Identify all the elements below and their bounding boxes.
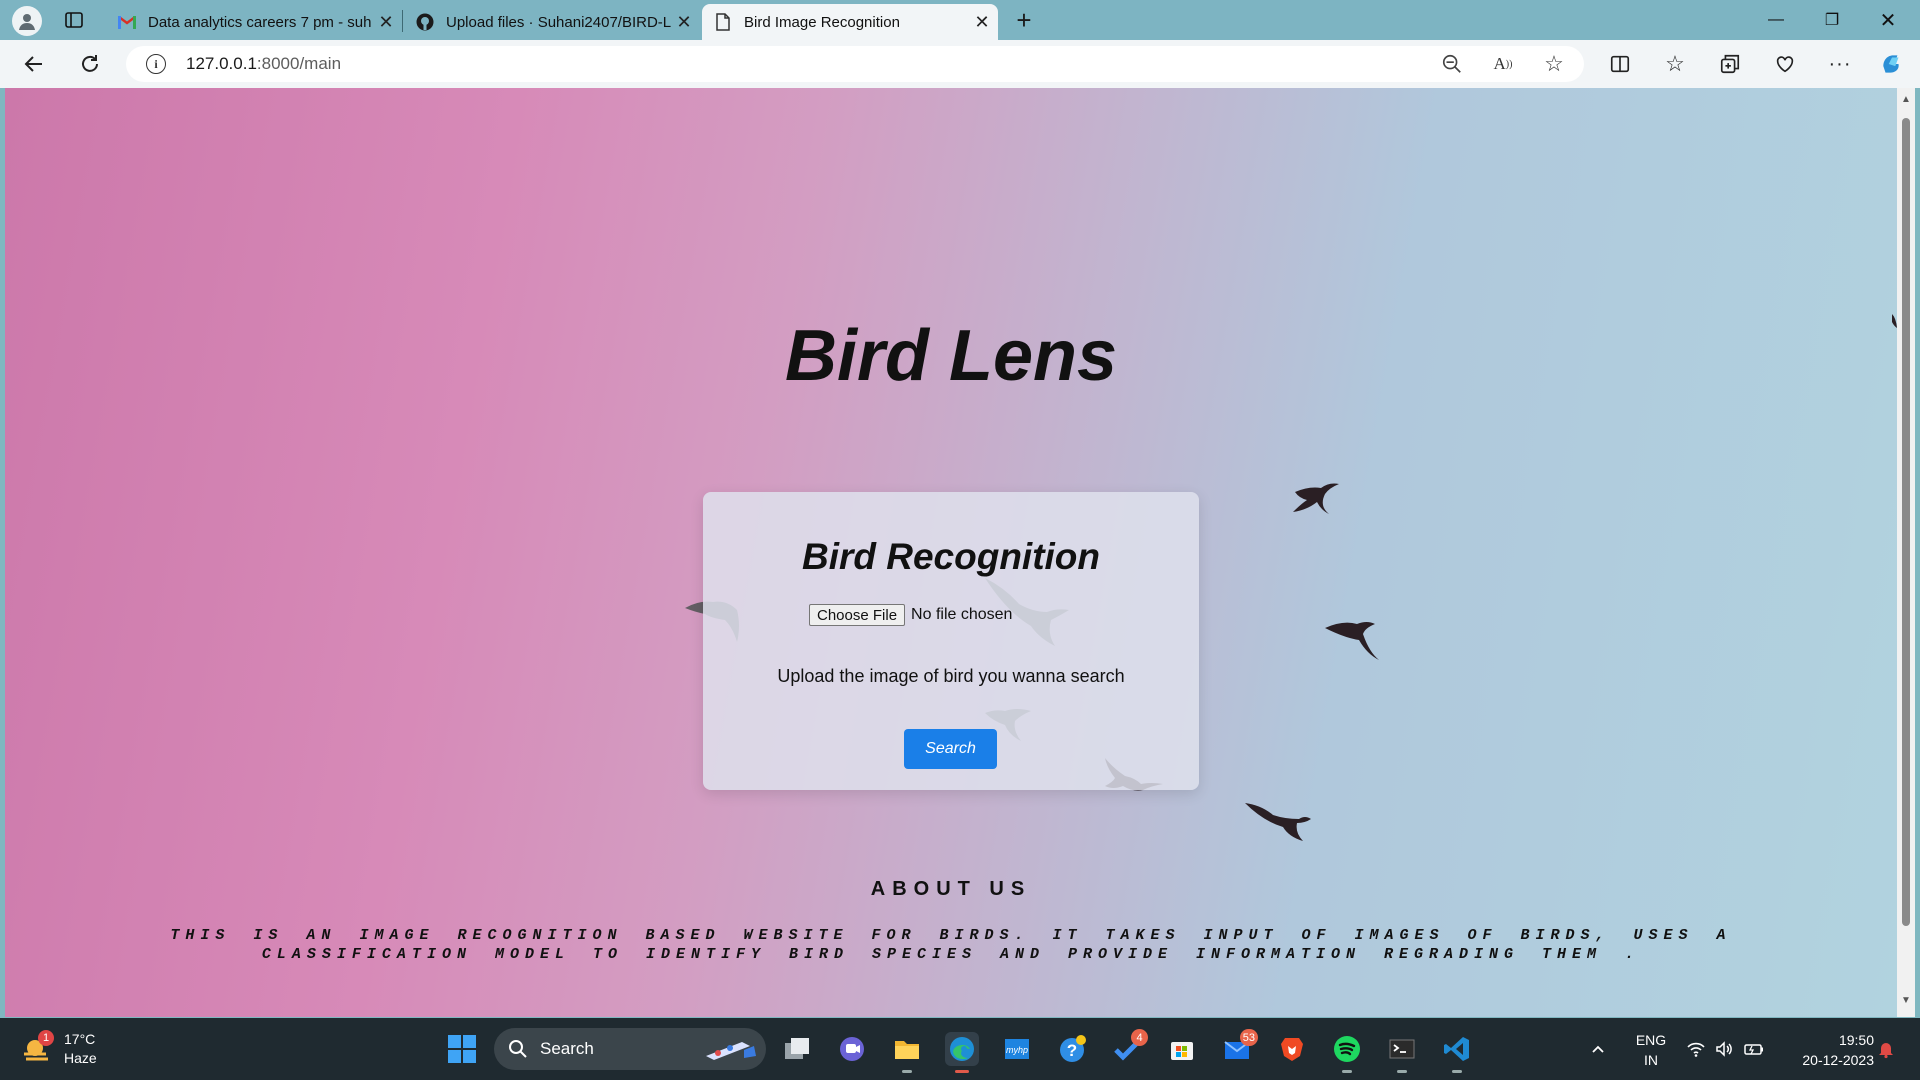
web-page: Bird Lens Bird Recognition Choose File N… xyxy=(5,88,1897,1017)
profile-avatar-icon[interactable] xyxy=(12,6,42,36)
microsoft-store-icon[interactable] xyxy=(1165,1032,1199,1066)
file-input[interactable]: Choose File No file chosen xyxy=(809,604,1012,626)
taskbar-search-label: Search xyxy=(540,1039,594,1058)
tab-separator xyxy=(402,10,403,32)
url-text[interactable]: 127.0.0.1:8000/main xyxy=(186,54,341,74)
zoom-out-icon[interactable] xyxy=(1440,52,1464,76)
restore-icon[interactable]: ❐ xyxy=(1804,0,1860,40)
show-hidden-icons[interactable] xyxy=(1590,1018,1606,1080)
search-button[interactable]: Search xyxy=(904,729,997,769)
myhp-icon[interactable]: myhp xyxy=(1000,1032,1034,1066)
search-icon xyxy=(509,1040,527,1058)
scroll-down-icon[interactable]: ▼ xyxy=(1900,995,1912,1007)
start-menu-icon[interactable] xyxy=(448,1035,476,1063)
svg-text:?: ? xyxy=(1067,1041,1077,1060)
search-highlight-icon xyxy=(706,1042,756,1060)
tab-title: Bird Image Recognition xyxy=(744,13,900,31)
back-icon[interactable] xyxy=(20,50,48,78)
language-indicator[interactable]: ENG IN xyxy=(1630,1030,1672,1070)
choose-file-button[interactable]: Choose File xyxy=(809,604,906,626)
card-heading: Bird Recognition xyxy=(801,536,1101,577)
about-text: THIS IS AN IMAGE RECOGNITION BASED WEBSI… xyxy=(170,927,1732,963)
github-icon xyxy=(416,13,434,31)
split-screen-icon[interactable] xyxy=(1606,50,1634,78)
volume-icon[interactable] xyxy=(1714,1018,1734,1080)
todo-icon[interactable]: 4 xyxy=(1110,1029,1148,1066)
browser-essentials-icon[interactable] xyxy=(1771,50,1799,78)
tab-gmail[interactable]: Data analytics careers 7 pm - suh ✕ xyxy=(106,4,402,40)
upload-card: Bird Recognition Choose File No file cho… xyxy=(703,492,1199,790)
spotify-icon[interactable] xyxy=(1330,1032,1364,1073)
vscode-icon[interactable] xyxy=(1440,1032,1474,1073)
wifi-icon[interactable] xyxy=(1686,1018,1706,1080)
weather-badge: 1 xyxy=(38,1030,54,1046)
browser-title-bar: Data analytics careers 7 pm - suh ✕ Uplo… xyxy=(0,0,1920,40)
weather-temp: 17°C xyxy=(64,1031,96,1047)
terminal-icon[interactable] xyxy=(1385,1032,1419,1073)
close-window-icon[interactable]: ✕ xyxy=(1860,0,1916,40)
close-tab-icon[interactable]: ✕ xyxy=(972,12,992,32)
file-explorer-icon[interactable] xyxy=(890,1032,924,1073)
upload-instruction: Upload the image of bird you wanna searc… xyxy=(777,666,1125,686)
tab-actions-icon[interactable] xyxy=(64,10,84,30)
new-tab-icon[interactable]: + xyxy=(1010,5,1038,35)
file-status: No file chosen xyxy=(911,606,1013,623)
more-options-icon[interactable]: ··· xyxy=(1826,50,1854,78)
mail-icon[interactable]: 53 xyxy=(1220,1029,1258,1066)
weather-condition: Haze xyxy=(64,1050,97,1066)
tab-title: Upload files · Suhani2407/BIRD-L xyxy=(446,13,672,31)
page-icon xyxy=(714,13,732,31)
get-help-icon[interactable]: ? xyxy=(1055,1032,1089,1066)
notification-bell-icon[interactable] xyxy=(1876,1018,1896,1080)
tab-bird-image-recognition[interactable]: Bird Image Recognition ✕ xyxy=(702,4,998,40)
taskbar-search[interactable]: Search xyxy=(494,1028,766,1070)
tab-title: Data analytics careers 7 pm - suh xyxy=(148,13,372,31)
browser-nav-bar: i 127.0.0.1:8000/main A)) ☆ ☆ ··· xyxy=(0,40,1920,88)
weather-widget[interactable]: 1 17°C Haze xyxy=(20,1030,97,1068)
todo-badge: 4 xyxy=(1131,1029,1148,1046)
system-clock[interactable]: 19:50 20-12-2023 xyxy=(1786,1030,1874,1070)
scroll-thumb[interactable] xyxy=(1902,118,1910,926)
scroll-up-icon[interactable]: ▲ xyxy=(1900,94,1912,106)
copilot-icon[interactable] xyxy=(1878,50,1906,78)
task-view-icon[interactable] xyxy=(780,1032,814,1066)
svg-text:myhp: myhp xyxy=(1006,1045,1028,1055)
weather-haze-icon: 1 xyxy=(20,1030,54,1066)
address-bar[interactable]: i 127.0.0.1:8000/main A)) ☆ xyxy=(126,46,1584,82)
teams-chat-icon[interactable] xyxy=(835,1032,869,1066)
collections-icon[interactable] xyxy=(1716,50,1744,78)
gmail-icon xyxy=(118,13,136,31)
mail-badge: 53 xyxy=(1239,1029,1258,1046)
brand-title: Bird Lens xyxy=(784,316,1118,396)
favorite-star-icon[interactable]: ☆ xyxy=(1542,51,1566,76)
read-aloud-icon[interactable]: A)) xyxy=(1491,52,1515,76)
close-tab-icon[interactable]: ✕ xyxy=(376,12,396,32)
page-scrollbar[interactable]: ▲ ▼ xyxy=(1897,88,1915,1017)
brave-browser-icon[interactable] xyxy=(1275,1032,1309,1066)
battery-icon[interactable] xyxy=(1743,1018,1765,1080)
refresh-icon[interactable] xyxy=(76,50,104,78)
minimize-icon[interactable]: — xyxy=(1748,0,1804,40)
edge-browser-icon[interactable] xyxy=(945,1032,979,1073)
favorites-icon[interactable]: ☆ xyxy=(1661,50,1689,78)
close-tab-icon[interactable]: ✕ xyxy=(674,12,694,32)
site-info-icon[interactable]: i xyxy=(146,54,166,74)
about-heading: ABOUT US xyxy=(870,878,1032,900)
tab-github[interactable]: Upload files · Suhani2407/BIRD-L ✕ xyxy=(404,4,700,40)
windows-taskbar: 1 17°C Haze Search myhp ? 4 53 ENG IN 19… xyxy=(0,1018,1920,1080)
